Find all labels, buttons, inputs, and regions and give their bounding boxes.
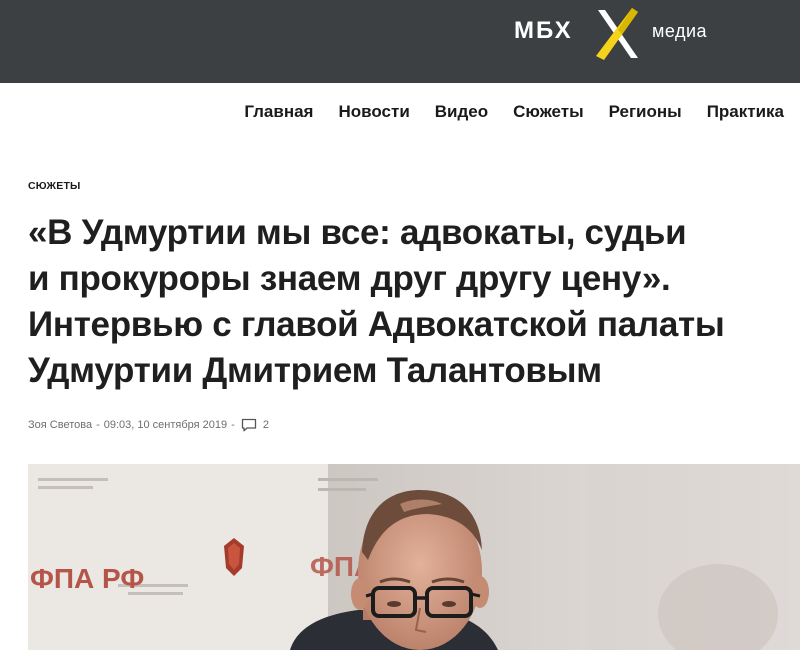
article-photo-image: ФПА РФ ФПА (28, 464, 800, 650)
nav-item-practice[interactable]: Практика (707, 102, 784, 122)
author-link[interactable]: Зоя Светова (28, 419, 92, 431)
comment-icon[interactable] (241, 418, 257, 432)
article-title-line: «В Удмуртии мы все: адвокаты, судьи (28, 213, 687, 252)
publish-datetime: 09:03, 10 сентября 2019 (103, 419, 228, 431)
logo-x-icon (596, 8, 638, 60)
logo-text-left: МБХ (514, 17, 573, 44)
article-meta: Зоя Светова - 09:03, 10 сентября 2019 - … (28, 418, 269, 432)
meta-separator: - (96, 419, 100, 431)
main-nav: Главная Новости Видео Сюжеты Регионы Пра… (244, 100, 784, 124)
meta-separator: - (231, 419, 235, 431)
nav-item-home[interactable]: Главная (244, 102, 313, 122)
logo-text-right: медиа (652, 21, 708, 41)
site-header: МБХ медиа (0, 0, 800, 83)
article-title: «В Удмуртии мы все: адвокаты, судьи и пр… (28, 210, 788, 394)
section-label[interactable]: СЮЖЕТЫ (28, 180, 81, 192)
article-title-line: Интервью с главой Адвокатской палаты (28, 305, 725, 344)
article-photo: ФПА РФ ФПА (28, 464, 800, 650)
photo-banner-text: ФПА РФ (30, 563, 144, 594)
nav-item-regions[interactable]: Регионы (609, 102, 682, 122)
nav-item-stories[interactable]: Сюжеты (513, 102, 583, 122)
article-title-line: и прокуроры знаем друг другу цену». (28, 259, 671, 298)
comments-count[interactable]: 2 (263, 419, 269, 431)
article-title-line: Удмуртии Дмитрием Талантовым (28, 351, 602, 390)
nav-item-news[interactable]: Новости (338, 102, 409, 122)
nav-item-video[interactable]: Видео (435, 102, 488, 122)
